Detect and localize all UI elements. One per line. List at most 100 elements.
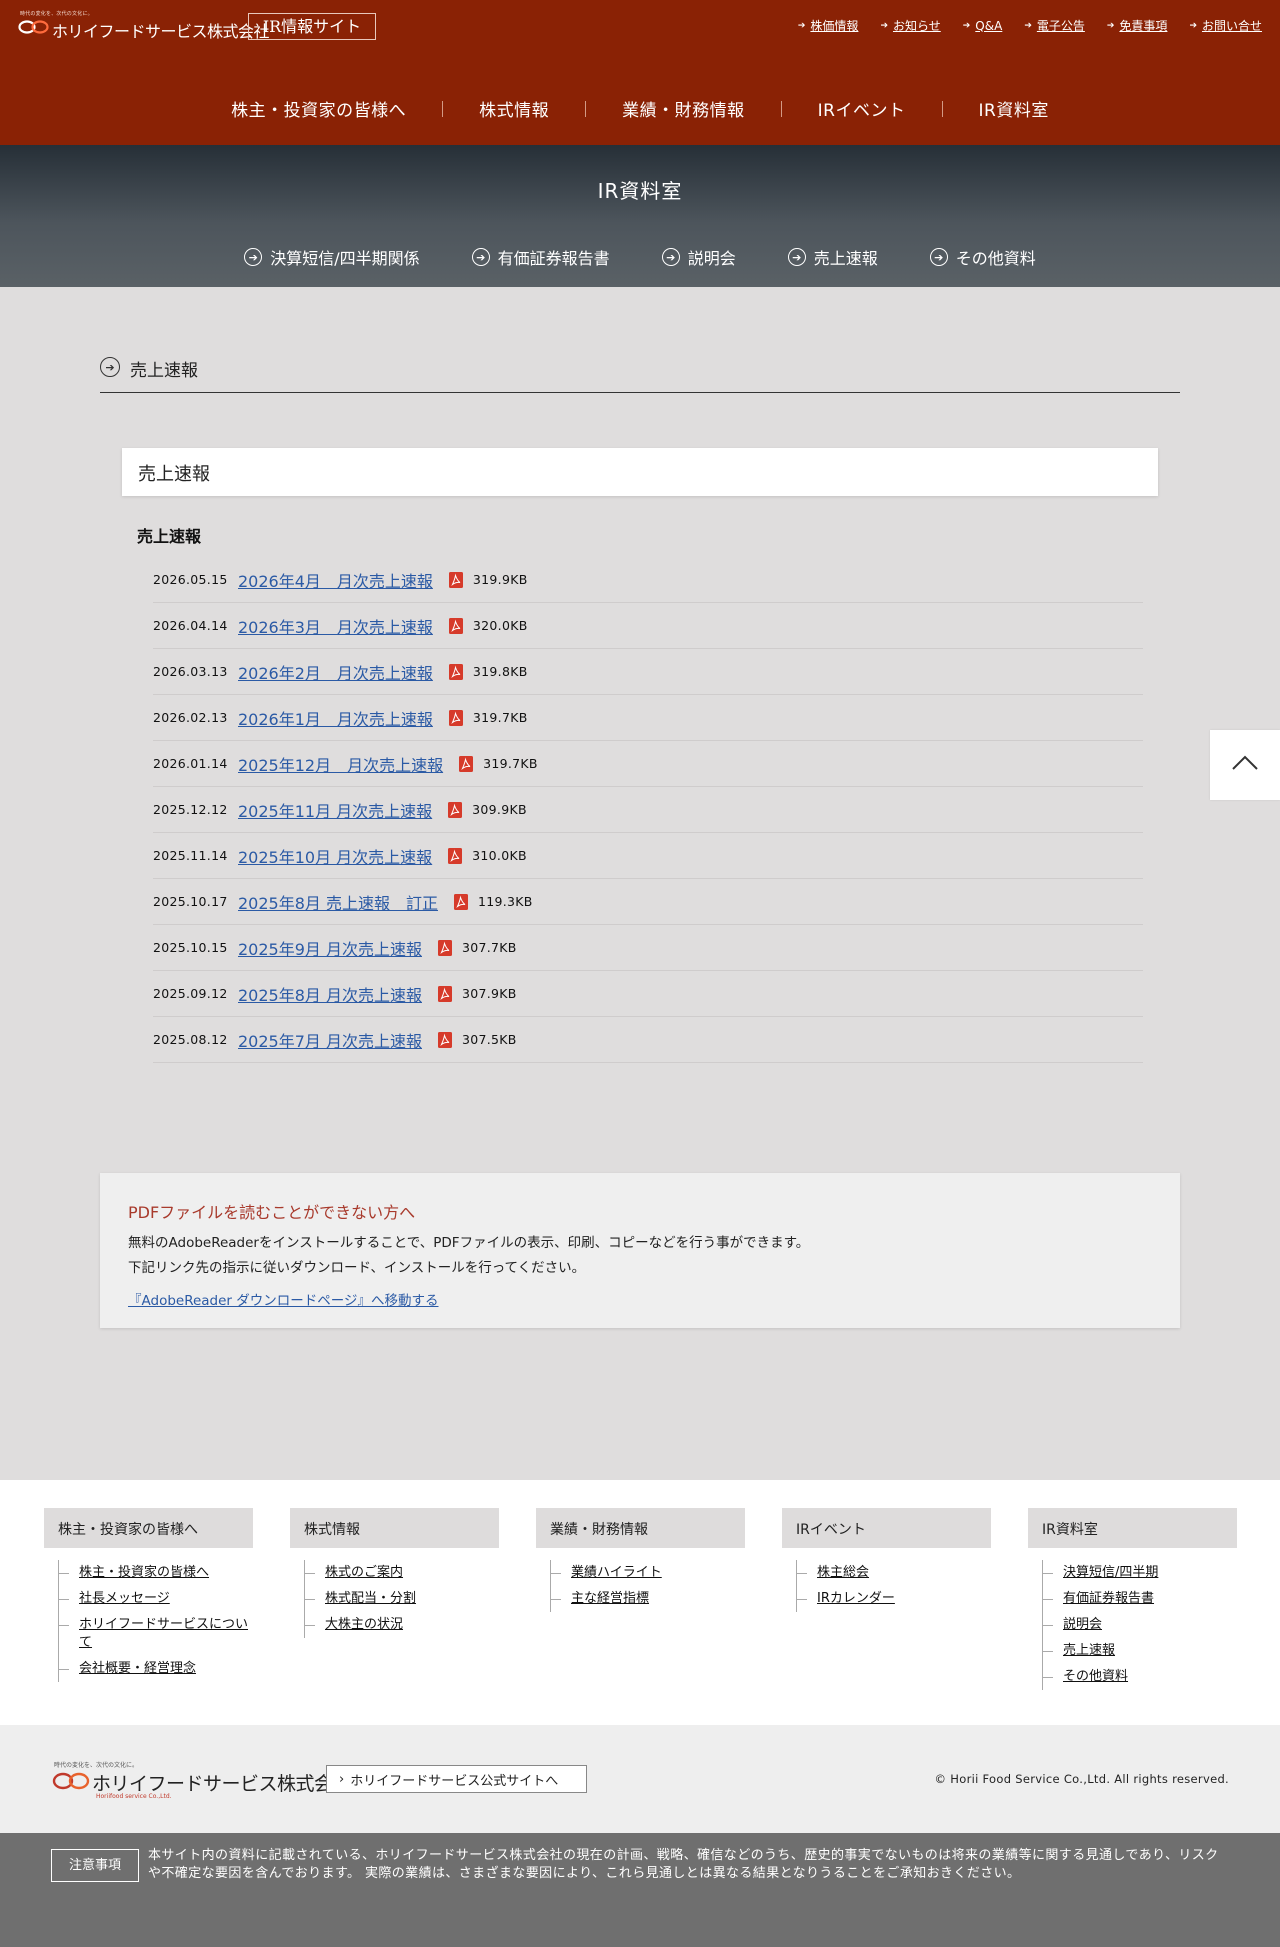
main-nav-ir-events[interactable]: IRイベント xyxy=(782,96,942,121)
report-link[interactable]: 2025年10月 月次売上速報 xyxy=(238,844,432,868)
item-date: 2026.04.14 xyxy=(153,618,228,633)
footer-link-list: 株主・投資家の皆様へ 社長メッセージホリイフードサービスについて会社概要・経営理念 xyxy=(58,1560,253,1682)
sub-nav-earnings[interactable]: ➔ 決算短信/四半期関係 xyxy=(244,245,420,269)
item-date: 2026.05.15 xyxy=(153,572,228,587)
footer-link[interactable]: その他資料 xyxy=(1063,1669,1128,1684)
footer-link[interactable]: 株式配当・分割 xyxy=(325,1591,416,1606)
arrow-right-icon: ➔ xyxy=(797,20,806,31)
footer-link[interactable]: 株主・投資家の皆様へ xyxy=(79,1565,209,1580)
file-size: 307.5KB xyxy=(462,1032,517,1047)
arrow-right-icon: ➔ xyxy=(1106,20,1115,31)
main-nav-ir-library[interactable]: IR資料室 xyxy=(943,96,1085,121)
pdf-icon xyxy=(448,801,463,818)
chevron-right-icon: › xyxy=(339,1771,345,1787)
sub-nav-sales-report[interactable]: ➔ 売上速報 xyxy=(787,245,878,269)
footer-link[interactable]: 有価証券報告書 xyxy=(1063,1591,1154,1606)
footer-link[interactable]: 会社概要・経営理念 xyxy=(79,1661,196,1676)
util-link-news[interactable]: ➔ お知らせ xyxy=(880,17,940,34)
main-nav-financial[interactable]: 業績・財務情報 xyxy=(586,96,781,121)
footer-link[interactable]: 大株主の状況 xyxy=(325,1617,403,1632)
footer-link-item: 決算短信/四半期 xyxy=(1043,1560,1237,1586)
list-item: 2026.01.14 2025年12月 月次売上速報 319.7KB xyxy=(153,741,1143,787)
pdf-notice-text: 無料のAdobeReaderをインストールすることで、PDFファイルの表示、印刷… xyxy=(128,1235,810,1251)
footer-column-stock-info: 株式情報 株式のご案内 株式配当・分割 大株主の状況 xyxy=(290,1508,499,1638)
util-link-stock-price[interactable]: ➔ 株価情報 xyxy=(798,17,859,34)
file-size: 319.9KB xyxy=(472,572,528,587)
circle-arrow-icon: ➔ xyxy=(929,248,948,266)
list-item: 2025.10.15 2025年9月 月次売上速報 307.7KB xyxy=(153,925,1143,971)
disclaimer-bar: 注意事項 本サイト内の資料に記載されている、ホリイフードサービス株式会社の現在の… xyxy=(0,1833,1280,1947)
sub-nav-other[interactable]: ➔ その他資料 xyxy=(929,245,1036,269)
report-link[interactable]: 2025年8月 月次売上速報 xyxy=(238,982,422,1006)
file-size: 319.7KB xyxy=(483,756,538,771)
footer-link-item: 株主総会 xyxy=(797,1560,991,1586)
list-item: 2025.12.12 2025年11月 月次売上速報 309.9KB xyxy=(153,787,1143,833)
footer-link[interactable]: 説明会 xyxy=(1063,1617,1102,1632)
report-link[interactable]: 2025年8月 売上速報 訂正 xyxy=(238,890,438,914)
file-size: 307.9KB xyxy=(462,986,517,1001)
footer-link-list: 株主総会 IRカレンダー xyxy=(796,1560,991,1612)
footer-link[interactable]: IRカレンダー xyxy=(817,1591,895,1606)
footer-link[interactable]: 株式のご案内 xyxy=(325,1565,403,1580)
footer-link-item: 株式配当・分割 xyxy=(305,1586,499,1612)
footer-column-ir-events: IRイベント 株主総会 IRカレンダー xyxy=(782,1508,991,1612)
arrow-right-icon: ➔ xyxy=(962,20,971,31)
list-item: 2025.09.12 2025年8月 月次売上速報 307.9KB xyxy=(153,971,1143,1017)
report-link[interactable]: 2025年11月 月次売上速報 xyxy=(238,798,432,822)
list-item: 2025.11.14 2025年10月 月次売上速報 310.0KB xyxy=(153,833,1143,879)
footer-link[interactable]: 社長メッセージ xyxy=(79,1591,170,1606)
official-site-button[interactable]: › ホリイフードサービス公式サイトへ xyxy=(326,1765,587,1793)
site-header: 時代の変化を、次代の文化に。 ホリイフードサービス株式会社 IR情報サイト ➔ 株… xyxy=(0,0,1280,145)
footer-link[interactable]: 売上速報 xyxy=(1063,1643,1115,1658)
footer-column-shareholders: 株主・投資家の皆様へ 株主・投資家の皆様へ 社長メッセージホリイフードサービスについ… xyxy=(44,1508,253,1682)
sub-nav-briefing[interactable]: ➔ 説明会 xyxy=(661,245,736,269)
item-date: 2025.10.15 xyxy=(153,940,228,955)
sub-nav-securities-report[interactable]: ➔ 有価証券報告書 xyxy=(471,245,610,269)
util-link-e-notice[interactable]: ➔ 電子公告 xyxy=(1024,17,1085,34)
footer-link[interactable]: 株主総会 xyxy=(817,1565,869,1580)
footer-link-item: 株主・投資家の皆様へ xyxy=(59,1560,253,1586)
util-link-disclaimer[interactable]: ➔ 免責事項 xyxy=(1107,17,1168,34)
adobe-download-link[interactable]: 『AdobeReader ダウンロードページ』へ移動する xyxy=(128,1289,439,1309)
footer-link[interactable]: ホリイフードサービスについて xyxy=(79,1617,248,1650)
circle-arrow-icon: ➔ xyxy=(661,248,680,266)
pdf-icon xyxy=(448,847,463,864)
pdf-icon xyxy=(448,571,463,588)
footer-link[interactable]: 決算短信/四半期 xyxy=(1063,1565,1158,1580)
footer-column-ir-library: IR資料室 決算短信/四半期 有価証券報告書 説明会 売上速報 その他資料 xyxy=(1028,1508,1237,1690)
back-to-top-button[interactable] xyxy=(1210,730,1280,800)
report-link[interactable]: 2026年1月 月次売上速報 xyxy=(238,706,433,730)
item-date: 2025.08.12 xyxy=(153,1032,228,1047)
sales-report-list: 2026.05.15 2026年4月 月次売上速報 319.9KB 2026.04.1… xyxy=(153,557,1143,1063)
report-link[interactable]: 2025年9月 月次売上速報 xyxy=(238,936,422,960)
list-title: 売上速報 xyxy=(137,527,202,546)
report-link[interactable]: 2026年3月 月次売上速報 xyxy=(238,614,433,638)
footer-link-item: 主な経営指標 xyxy=(551,1586,745,1612)
footer-logo[interactable]: 時代の変化を、次代の文化に。 ホリイフードサービス株式会社 Horiifood … xyxy=(52,1760,352,1800)
list-item: 2025.10.17 2025年8月 売上速報 訂正 119.3KB xyxy=(153,879,1143,925)
list-item: 2026.05.15 2026年4月 月次売上速報 319.9KB xyxy=(153,557,1143,603)
circle-arrow-icon: ➔ xyxy=(471,248,490,266)
footer-column-title: 業績・財務情報 xyxy=(536,1508,745,1548)
util-link-contact[interactable]: ➔ お問い合せ xyxy=(1189,17,1262,34)
file-size: 310.0KB xyxy=(472,848,527,863)
pdf-icon xyxy=(448,709,463,726)
logo-company-name: ホリイフードサービス株式会社 xyxy=(92,1773,352,1795)
footer-link[interactable]: 業績ハイライト xyxy=(571,1565,662,1580)
footer-link-item: 会社概要・経営理念 xyxy=(59,1656,253,1682)
footer-link-item: その他資料 xyxy=(1043,1664,1237,1690)
footer-link-list: 業績ハイライト 主な経営指標 xyxy=(550,1560,745,1612)
main-nav-stock-info[interactable]: 株式情報 xyxy=(443,96,585,121)
report-link[interactable]: 2026年4月 月次売上速報 xyxy=(238,568,433,592)
file-size: 307.7KB xyxy=(462,940,517,955)
copyright: © Horii Food Service Co.,Ltd. All rights… xyxy=(934,1772,1229,1786)
company-logo[interactable]: 時代の変化を、次代の文化に。 ホリイフードサービス株式会社 xyxy=(18,10,270,41)
report-link[interactable]: 2025年12月 月次売上速報 xyxy=(238,752,443,776)
file-size: 319.8KB xyxy=(472,664,528,679)
utility-nav: ➔ 株価情報 ➔ お知らせ ➔ Q&A ➔ 電子公告 ➔ 免責事項 ➔ お問い合せ xyxy=(776,17,1262,34)
util-link-qa[interactable]: ➔ Q&A xyxy=(963,17,1003,34)
main-nav-shareholders[interactable]: 株主・投資家の皆様へ xyxy=(195,96,442,121)
report-link[interactable]: 2026年2月 月次売上速報 xyxy=(238,660,433,684)
report-link[interactable]: 2025年7月 月次売上速報 xyxy=(238,1028,422,1052)
footer-link[interactable]: 主な経営指標 xyxy=(571,1591,649,1606)
